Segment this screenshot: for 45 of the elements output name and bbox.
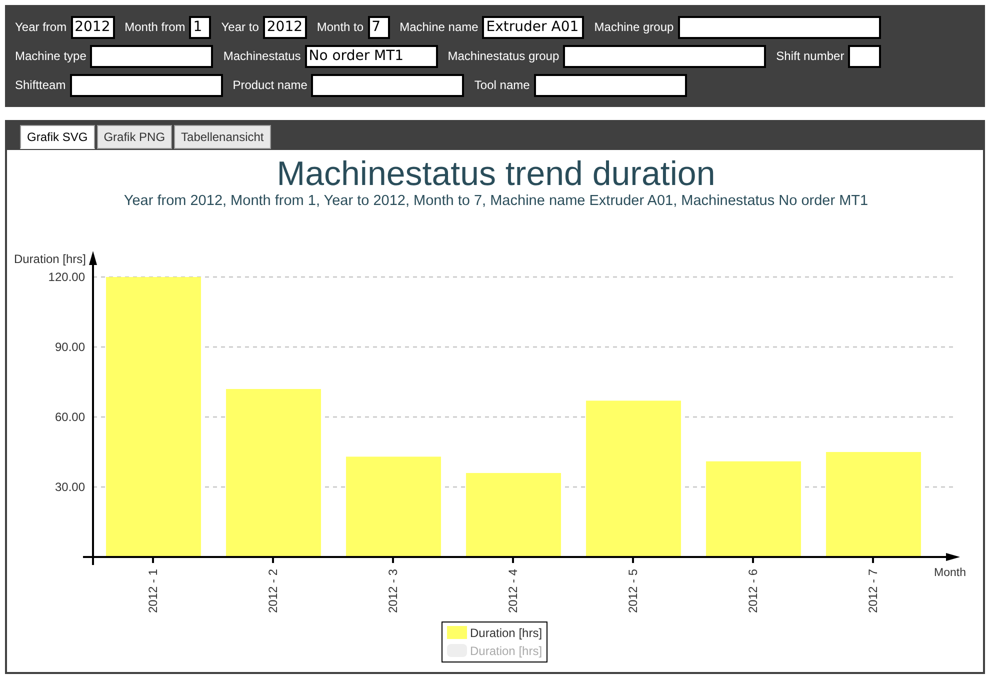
- filter-field[interactable]: 1: [189, 16, 212, 38]
- filter-label: Machine group: [594, 19, 674, 36]
- y-axis-title: Duration [hrs]: [14, 252, 86, 266]
- filter-field[interactable]: 7: [368, 16, 390, 38]
- x-tick-label: 2012 - 2: [266, 568, 280, 613]
- y-tick-label: 90.00: [54, 340, 85, 354]
- tab[interactable]: Grafik SVG: [20, 125, 95, 149]
- filter-label: Tool name: [474, 77, 530, 94]
- filter-label: Year from: [15, 19, 67, 36]
- legend-label[interactable]: Duration [hrs]: [470, 626, 542, 640]
- filter-label: Month to: [316, 19, 364, 36]
- filter-field[interactable]: [563, 44, 766, 68]
- filter-field[interactable]: 2012: [70, 16, 115, 38]
- filter-label: Machine name: [400, 19, 478, 36]
- filter-label: Machine type: [15, 48, 86, 65]
- filter-label: Machinestatus group: [448, 48, 560, 65]
- x-tick-label: 2012 - 4: [506, 568, 520, 613]
- y-tick-label: 120.00: [48, 270, 85, 284]
- chart-subtitle: Year from 2012, Month from 1, Year to 2012, Month to 7, Machine name Extruder A01, Machinestatus No order MT1: [124, 193, 868, 209]
- y-tick-label: 60.00: [54, 410, 85, 424]
- filter-field[interactable]: [678, 16, 881, 38]
- filter-field[interactable]: [848, 44, 882, 68]
- tab[interactable]: Grafik PNG: [96, 125, 172, 149]
- x-tick-label: 2012 - 1: [146, 568, 160, 613]
- filter-field[interactable]: [311, 74, 464, 96]
- filter-field[interactable]: [534, 74, 687, 96]
- filter-label: Shift number: [776, 48, 844, 65]
- filter-label: Year to: [221, 19, 259, 36]
- filter-label: Machinestatus: [223, 48, 301, 65]
- filter-field[interactable]: 2012: [262, 16, 307, 38]
- filter-label: Product name: [232, 77, 308, 94]
- filter-field[interactable]: [70, 74, 223, 96]
- y-tick-label: 30.00: [54, 480, 85, 494]
- filter-label: Month from: [124, 19, 186, 36]
- filter-field[interactable]: Extruder A01: [482, 16, 584, 38]
- x-tick-label: 2012 - 3: [386, 568, 400, 613]
- filter-label: Shiftteam: [15, 77, 66, 94]
- filter-field[interactable]: No order MT1: [304, 44, 438, 68]
- x-axis-title: Month: [934, 567, 966, 579]
- tab[interactable]: Tabellenansicht: [174, 125, 271, 149]
- x-tick-label: 2012 - 6: [746, 568, 760, 613]
- x-tick-label: 2012 - 7: [866, 568, 880, 613]
- filter-field[interactable]: [90, 44, 214, 68]
- chart-title: Machinestatus trend duration: [276, 155, 716, 193]
- x-tick-label: 2012 - 5: [626, 568, 640, 613]
